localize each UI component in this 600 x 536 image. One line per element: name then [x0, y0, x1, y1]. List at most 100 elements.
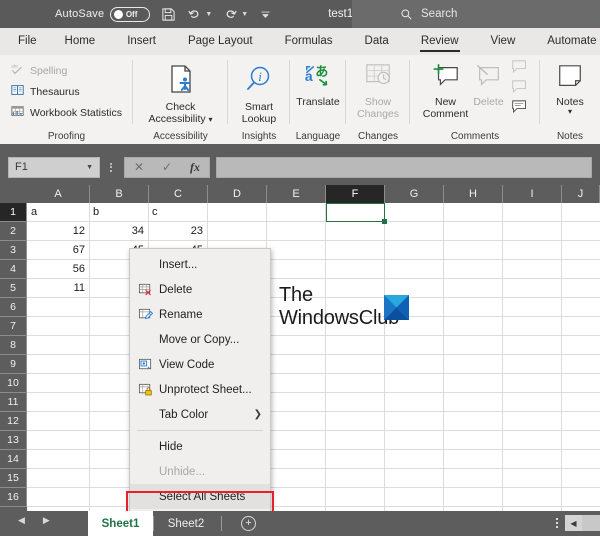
context-menu-label-unprotect-sheet: Unprotect Sheet... — [159, 383, 252, 396]
row-header-2[interactable]: 2 — [0, 222, 27, 241]
row-header-3[interactable]: 3 — [0, 241, 27, 260]
row-headers: 1 2 3 4 5 6 7 8 9 10 11 12 13 14 15 16 — [0, 203, 27, 511]
cell-selection-f1[interactable] — [326, 203, 385, 222]
tab-review[interactable]: Review — [412, 28, 468, 55]
cell-a5[interactable]: 11 — [27, 279, 89, 297]
chevron-down-icon[interactable]: ▾ — [209, 115, 213, 124]
name-box[interactable]: F1 ▼ — [8, 156, 100, 178]
row-header-13[interactable]: 13 — [0, 431, 27, 450]
cell-a3[interactable]: 67 — [27, 241, 89, 259]
more-options-icon[interactable] — [556, 518, 558, 528]
row-header-1[interactable]: 1 — [0, 203, 27, 222]
context-menu-item-view-code[interactable]: View Code — [130, 352, 270, 377]
sheet-cells-area[interactable]: a b c 12 34 23 67 45 45 56 11 The Window… — [27, 203, 600, 511]
column-header-a[interactable]: A — [27, 185, 90, 203]
row-header-6[interactable]: 6 — [0, 298, 27, 317]
cell-b1[interactable]: b — [89, 203, 148, 221]
fill-handle[interactable] — [382, 219, 387, 224]
delete-comment-button[interactable]: Delete — [469, 59, 509, 108]
row-header-4[interactable]: 4 — [0, 260, 27, 279]
customize-quick-access-icon[interactable] — [259, 0, 272, 28]
notes-button[interactable]: Notes ▾ — [555, 59, 585, 116]
show-changes-button[interactable]: Show Changes — [357, 59, 399, 121]
context-menu-label-move-or-copy: Move or Copy... — [159, 333, 240, 346]
show-comments-icon[interactable] — [511, 99, 528, 118]
row-header-14[interactable]: 14 — [0, 450, 27, 469]
redo-icon[interactable]: ▼ — [223, 0, 248, 28]
column-header-f[interactable]: F — [326, 185, 385, 203]
tab-page-layout[interactable]: Page Layout — [179, 28, 262, 55]
context-menu-item-rename[interactable]: Rename — [130, 302, 270, 327]
tab-automate[interactable]: Automate — [538, 28, 600, 55]
row-header-15[interactable]: 15 — [0, 469, 27, 488]
insert-function-fx-icon[interactable]: fx — [190, 160, 200, 175]
workbook-statistics-button[interactable]: Workbook Statistics — [10, 102, 122, 123]
redo-dropdown-caret-icon[interactable]: ▼ — [241, 11, 248, 18]
tab-file[interactable]: File — [9, 28, 46, 55]
previous-comment-icon[interactable] — [511, 59, 528, 78]
autosave-toggle[interactable]: Off — [110, 6, 151, 22]
row-header-8[interactable]: 8 — [0, 336, 27, 355]
save-icon[interactable] — [161, 0, 176, 28]
sheet-tab-sheet2[interactable]: Sheet2 — [156, 511, 216, 536]
translate-button[interactable]: a あ Translate — [296, 60, 339, 108]
context-menu-item-unprotect-sheet[interactable]: Unprotect Sheet... — [130, 377, 270, 402]
sheet-tab-sheet1[interactable]: Sheet1 — [88, 511, 153, 536]
cancel-x-icon[interactable]: ✕ — [134, 160, 144, 174]
spelling-button[interactable]: abc Spelling — [10, 60, 122, 81]
next-comment-icon[interactable] — [511, 79, 528, 98]
smart-lookup-button[interactable]: i Smart Lookup — [242, 59, 276, 126]
row-header-5[interactable]: 5 — [0, 279, 27, 298]
context-menu-item-move-or-copy[interactable]: Move or Copy... — [130, 327, 270, 352]
ribbon-group-changes: Show Changes Changes — [346, 55, 410, 144]
column-header-g[interactable]: G — [385, 185, 444, 203]
tab-formulas[interactable]: Formulas — [276, 28, 342, 55]
tab-insert[interactable]: Insert — [118, 28, 165, 55]
notes-icon — [555, 63, 585, 95]
cell-a2[interactable]: 12 — [27, 222, 89, 240]
column-header-i[interactable]: I — [503, 185, 562, 203]
nav-previous-icon[interactable]: ◀ — [18, 515, 25, 526]
undo-icon[interactable]: ▼ — [187, 0, 212, 28]
context-menu-item-select-all-sheets[interactable]: Select All Sheets — [130, 484, 270, 509]
tab-home[interactable]: Home — [56, 28, 105, 55]
tab-view[interactable]: View — [482, 28, 525, 55]
check-accessibility-button[interactable]: Check Accessibility ▾ — [148, 59, 213, 127]
column-header-c[interactable]: C — [149, 185, 208, 203]
row-header-10[interactable]: 10 — [0, 374, 27, 393]
row-header-16[interactable]: 16 — [0, 488, 27, 507]
cell-c1[interactable]: c — [148, 203, 207, 221]
column-header-h[interactable]: H — [444, 185, 503, 203]
thesaurus-button[interactable]: Thesaurus — [10, 81, 122, 102]
search-box[interactable]: Search — [352, 0, 600, 28]
chevron-down-icon[interactable]: ▾ — [568, 108, 572, 116]
tab-data[interactable]: Data — [356, 28, 398, 55]
nav-next-icon[interactable]: ▶ — [43, 515, 50, 526]
column-header-e[interactable]: E — [267, 185, 326, 203]
column-header-d[interactable]: D — [208, 185, 267, 203]
formula-input[interactable] — [216, 156, 592, 178]
context-menu-item-insert[interactable]: Insert... — [130, 252, 270, 277]
more-options-icon[interactable] — [110, 162, 112, 172]
cell-c2[interactable]: 23 — [148, 222, 207, 240]
cell-b2[interactable]: 34 — [89, 222, 148, 240]
horizontal-scrollbar-track[interactable] — [582, 515, 600, 531]
add-sheet-plus-icon[interactable]: + — [241, 516, 256, 531]
cell-a1[interactable]: a — [27, 203, 89, 221]
column-header-j[interactable]: J — [562, 185, 600, 203]
column-header-b[interactable]: B — [90, 185, 149, 203]
undo-dropdown-caret-icon[interactable]: ▼ — [205, 11, 212, 18]
scroll-left-icon[interactable]: ◀ — [565, 515, 582, 531]
context-menu-item-tab-color[interactable]: Tab Color ❯ — [130, 402, 270, 427]
cell-a4[interactable]: 56 — [27, 260, 89, 278]
row-header-11[interactable]: 11 — [0, 393, 27, 412]
row-header-9[interactable]: 9 — [0, 355, 27, 374]
gridline-h — [27, 411, 600, 412]
row-header-12[interactable]: 12 — [0, 412, 27, 431]
chevron-down-icon[interactable]: ▼ — [86, 164, 93, 171]
row-header-7[interactable]: 7 — [0, 317, 27, 336]
context-menu-item-delete[interactable]: Delete — [130, 277, 270, 302]
new-comment-button[interactable]: New Comment — [423, 59, 469, 121]
context-menu-item-hide[interactable]: Hide — [130, 434, 270, 459]
confirm-check-icon[interactable]: ✓ — [162, 160, 172, 174]
